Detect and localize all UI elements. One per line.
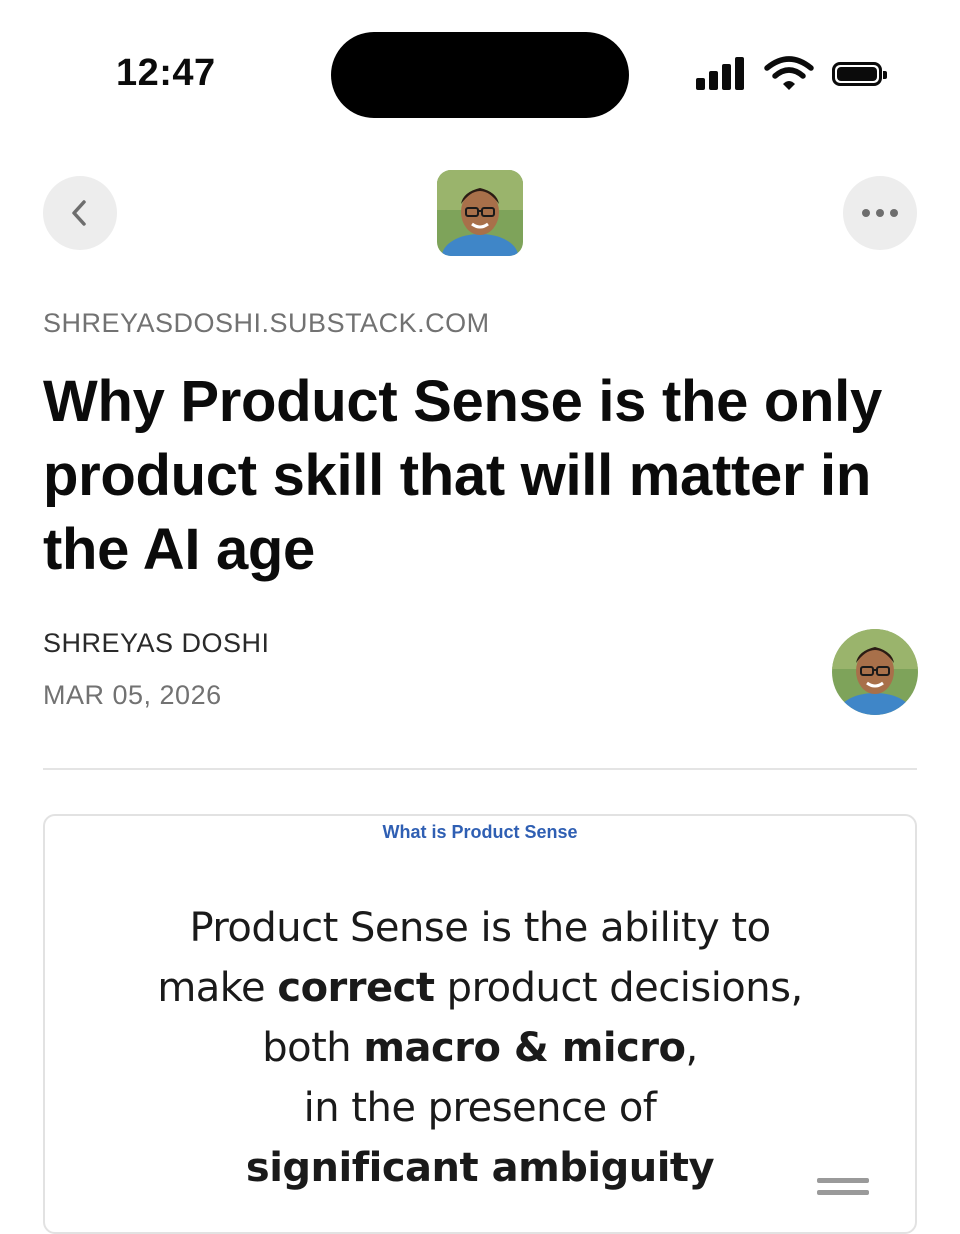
image-card-text-run: make [157,965,278,1011]
image-card-text-run: product decisions, [434,965,804,1011]
wifi-icon [764,56,814,90]
ellipsis-icon [862,209,898,217]
image-card-line: in the presence of [45,1078,915,1138]
image-card-bold-text: macro & micro [363,1025,686,1071]
image-card-bold-text: correct [277,965,435,1011]
cellular-signal-icon [696,56,748,90]
dynamic-island [331,32,629,118]
article-image-card[interactable]: What is Product Sense Product Sense is t… [43,814,917,1234]
image-card-line: make correct product decisions, [45,958,915,1018]
author-avatar[interactable] [832,629,918,715]
header-divider [43,768,917,770]
image-card-text-run: both [262,1025,364,1071]
publication-avatar-image [437,170,523,256]
image-card-text: Product Sense is the ability to make corr… [45,898,915,1198]
image-card-bold-text: significant ambiguity [245,1145,715,1191]
image-card-text-run: in the presence of [303,1085,657,1131]
drag-handle-icon[interactable] [817,1176,869,1200]
author-avatar-image [832,629,918,715]
image-card-line: Product Sense is the ability to [45,898,915,958]
back-button[interactable] [43,176,117,250]
image-card-title: What is Product Sense [382,822,578,842]
chevron-left-icon [72,200,86,226]
article-title: Why Product Sense is the only product sk… [43,369,882,582]
image-card-line: significant ambiguity [45,1138,915,1198]
publication-name[interactable]: SHREYASDOSHI.SUBSTACK.COM [43,308,490,339]
battery-icon [832,62,887,86]
image-card-text-run: , [685,1025,699,1071]
author-name[interactable]: SHREYAS DOSHI [43,628,270,659]
image-card-text-run: Product Sense is the ability to [189,905,771,951]
post-date: MAR 05, 2026 [43,680,222,710]
publication-avatar[interactable] [437,170,523,256]
more-options-button[interactable] [843,176,917,250]
status-time: 12:47 [116,52,216,94]
image-card-line: both macro & micro, [45,1018,915,1078]
